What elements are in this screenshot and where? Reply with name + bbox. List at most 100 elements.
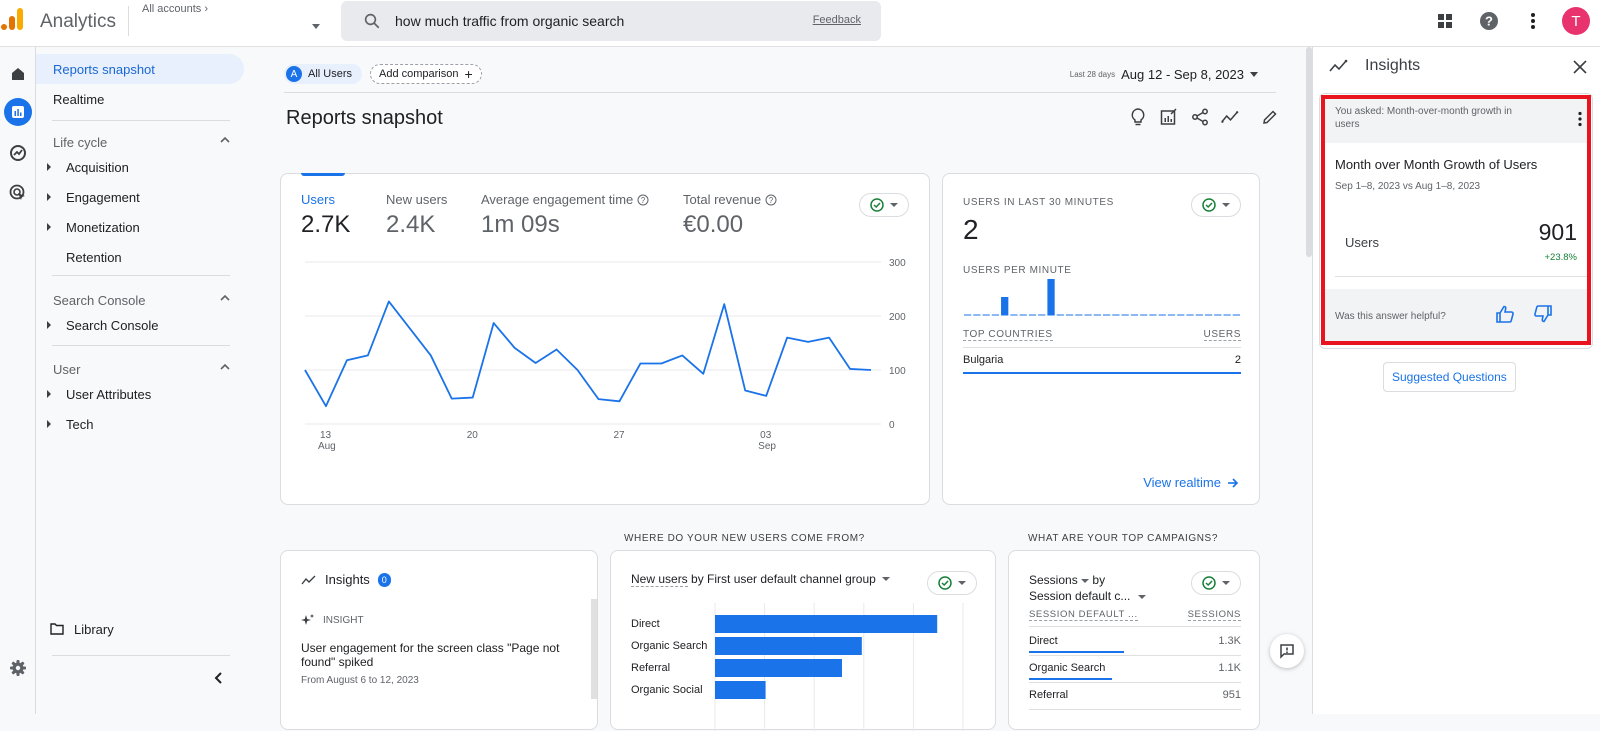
- search-bar[interactable]: Feedback: [341, 1, 881, 41]
- account-breadcrumb[interactable]: All accounts ›: [142, 3, 208, 15]
- insights-bulb-icon[interactable]: [1128, 107, 1147, 126]
- date-range-picker[interactable]: Last 28 days Aug 12 - Sep 8, 2023: [1070, 67, 1258, 82]
- nav-item-search-console[interactable]: Search Console: [36, 310, 244, 340]
- nav-label: Search Console: [66, 318, 159, 333]
- divider: [52, 275, 230, 276]
- divider: [284, 92, 1276, 93]
- search-input[interactable]: [395, 9, 795, 33]
- nav-item-realtime[interactable]: Realtime: [36, 84, 244, 114]
- kpi-tab-total-revenue[interactable]: Total revenue? €0.00: [683, 192, 777, 239]
- table-row[interactable]: Referral951: [1029, 683, 1241, 710]
- kpi-tab-avg-engagement-time[interactable]: Average engagement time? 1m 09s: [481, 192, 649, 239]
- column-header-dimension[interactable]: SESSION DEFAULT ...: [1029, 609, 1138, 621]
- chevron-up-icon: [220, 136, 230, 144]
- kpi-value: 2.7K: [301, 211, 350, 239]
- account-picker-caret-icon[interactable]: [312, 24, 320, 29]
- segment-chip-all-users[interactable]: A All Users: [284, 64, 362, 84]
- category-label: Direct: [631, 618, 660, 630]
- top-countries-header: TOP COUNTRIES USERS: [963, 329, 1241, 348]
- divider: [52, 120, 230, 121]
- home-icon[interactable]: [4, 60, 32, 88]
- compare-status-button[interactable]: [927, 571, 977, 595]
- campaigns-card-title[interactable]: Sessions by Session default c...: [1029, 572, 1146, 604]
- nav-label: Tech: [66, 417, 93, 432]
- svg-text:?: ?: [1485, 14, 1493, 29]
- avatar[interactable]: T: [1562, 7, 1590, 35]
- column-header-users[interactable]: USERS: [1204, 329, 1241, 341]
- close-icon[interactable]: [1570, 57, 1590, 77]
- row-value: 1.1K: [1218, 662, 1241, 674]
- view-realtime-link[interactable]: View realtime: [1143, 475, 1239, 490]
- x-tick-label: 03: [760, 430, 772, 441]
- row-name: Direct: [1029, 635, 1058, 647]
- advertising-icon[interactable]: [4, 179, 32, 207]
- kpi-label: Users: [301, 192, 335, 207]
- nav-item-library[interactable]: Library: [36, 614, 244, 644]
- check-circle-icon: [1202, 198, 1216, 212]
- share-icon[interactable]: [1190, 107, 1209, 126]
- insights-trend-icon[interactable]: [1221, 107, 1240, 126]
- insight-text[interactable]: User engagement for the screen class "Pa…: [301, 641, 571, 669]
- nav-item-retention[interactable]: Retention: [36, 242, 244, 272]
- help-outline-icon[interactable]: ?: [637, 194, 649, 206]
- help-outline-icon[interactable]: ?: [765, 194, 777, 206]
- column-header-countries[interactable]: TOP COUNTRIES: [963, 329, 1053, 341]
- add-comparison-button[interactable]: Add comparison +: [370, 64, 482, 84]
- campaigns-table-header: SESSION DEFAULT ... SESSIONS: [1029, 609, 1241, 627]
- country-name: Bulgaria: [963, 354, 1003, 366]
- sparkle-icon: [301, 613, 315, 627]
- more-vert-icon[interactable]: [1518, 6, 1548, 36]
- new-users-chart-title[interactable]: New users by First user default channel …: [631, 572, 890, 586]
- expand-arrow-icon: [47, 163, 51, 171]
- suggested-questions-button[interactable]: Suggested Questions: [1383, 362, 1516, 392]
- kpi-tab-users[interactable]: Users 2.7K: [301, 192, 350, 239]
- insights-panel-header: Insights: [1329, 57, 1420, 75]
- segment-letter: A: [286, 66, 302, 82]
- kpi-tab-new-users[interactable]: New users 2.4K: [386, 192, 447, 239]
- divider: [1335, 276, 1587, 277]
- insights-card-title[interactable]: Insights 0: [301, 572, 391, 587]
- asked-text: You asked: Month-over-month growth in us…: [1335, 105, 1525, 131]
- folder-icon: [50, 623, 64, 635]
- edit-icon[interactable]: [1260, 107, 1279, 126]
- svg-text:?: ?: [641, 195, 646, 204]
- table-row[interactable]: Organic Search1.1K: [1029, 656, 1241, 683]
- nav-item-acquisition[interactable]: Acquisition: [36, 152, 244, 182]
- nav-item-tech[interactable]: Tech: [36, 409, 244, 439]
- nav-item-user-attributes[interactable]: User Attributes: [36, 379, 244, 409]
- compare-status-button[interactable]: [1191, 571, 1241, 595]
- nav-item-monetization[interactable]: Monetization: [36, 212, 244, 242]
- expand-arrow-icon: [47, 193, 51, 201]
- thumbs-down-icon[interactable]: [1533, 305, 1553, 323]
- explore-icon[interactable]: [4, 139, 32, 167]
- customize-report-icon[interactable]: [1159, 107, 1178, 126]
- compare-status-button[interactable]: [1191, 193, 1241, 217]
- help-icon[interactable]: ?: [1474, 6, 1504, 36]
- apps-grid-icon[interactable]: [1430, 6, 1460, 36]
- table-row[interactable]: Direct1.3K: [1029, 629, 1241, 656]
- feedback-fab-button[interactable]: [1270, 634, 1304, 668]
- chevron-up-icon: [220, 294, 230, 302]
- view-realtime-label: View realtime: [1143, 475, 1221, 490]
- new-users-channel-card: New users by First user default channel …: [610, 550, 996, 730]
- insight-tag-label: INSIGHT: [323, 615, 364, 626]
- reports-icon[interactable]: [4, 98, 32, 126]
- scrollbar[interactable]: [591, 599, 597, 699]
- section-title: Life cycle: [53, 135, 107, 150]
- insights-title-label: Insights: [325, 572, 370, 587]
- thumbs-up-icon[interactable]: [1495, 305, 1515, 323]
- gear-icon[interactable]: [4, 654, 32, 682]
- realtime-title: USERS IN LAST 30 MINUTES: [963, 197, 1114, 208]
- feedback-link[interactable]: Feedback: [813, 14, 861, 26]
- nav-item-reports-snapshot[interactable]: Reports snapshot: [36, 54, 244, 84]
- compare-status-button[interactable]: [859, 193, 909, 217]
- column-header-sessions[interactable]: SESSIONS: [1188, 609, 1241, 621]
- divider: [52, 655, 230, 656]
- analytics-logo-icon[interactable]: [0, 6, 26, 32]
- more-vert-icon[interactable]: [1577, 111, 1583, 127]
- caret-down-icon: [882, 577, 890, 581]
- collapse-nav-chevron-left-icon[interactable]: [213, 671, 223, 685]
- dimension-label: by First user default channel group: [691, 572, 876, 586]
- nav-item-engagement[interactable]: Engagement: [36, 182, 244, 212]
- scrollbar[interactable]: [1306, 47, 1312, 257]
